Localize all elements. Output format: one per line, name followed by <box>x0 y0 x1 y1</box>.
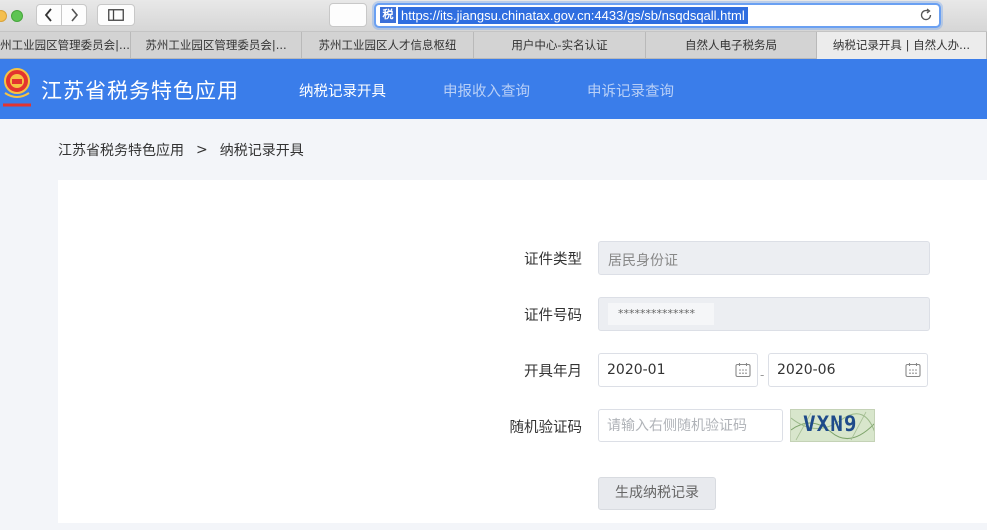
breadcrumb-current: 纳税记录开具 <box>219 143 304 159</box>
breadcrumb: 江苏省税务特色应用 > 纳税记录开具 <box>58 140 304 160</box>
id-number-label: 证件号码 <box>524 308 582 324</box>
period-label: 开具年月 <box>524 364 582 380</box>
url-text[interactable]: https://its.jiangsu.chinatax.gov.cn:4433… <box>398 7 748 24</box>
sidebar-icon <box>108 9 124 21</box>
zoom-window-button[interactable] <box>11 10 23 22</box>
forward-button[interactable] <box>61 4 87 26</box>
captcha-image[interactable]: VXN9 <box>790 409 875 442</box>
chevron-left-icon <box>44 8 52 22</box>
period-start-input[interactable]: 2020-01 <box>598 353 758 387</box>
generate-tax-record-button[interactable]: 生成纳税记录 <box>598 477 716 510</box>
nav-appeal-query[interactable]: 申诉记录查询 <box>587 80 674 101</box>
browser-tab-active[interactable]: 纳税记录开具 | 自然人办... <box>817 32 987 59</box>
tax-emblem-icon <box>3 68 31 107</box>
period-end-value: 2020-06 <box>777 362 836 378</box>
browser-tab[interactable]: 苏州工业园区管理委员会|... <box>131 32 302 59</box>
breadcrumb-separator: > <box>196 142 208 158</box>
browser-tab[interactable]: 用户中心-实名认证 <box>474 32 646 59</box>
address-bar[interactable]: 税 https://its.jiangsu.chinatax.gov.cn:44… <box>374 3 941 28</box>
captcha-text: VXN9 <box>803 412 858 436</box>
period-start-value: 2020-01 <box>607 362 666 378</box>
period-end-input[interactable]: 2020-06 <box>768 353 928 387</box>
id-number-value: ************** <box>608 303 714 325</box>
site-header: 江苏省税务特色应用 纳税记录开具 申报收入查询 申诉记录查询 <box>0 59 987 119</box>
captcha-label: 随机验证码 <box>509 420 583 436</box>
breadcrumb-root[interactable]: 江苏省税务特色应用 <box>58 140 184 160</box>
calendar-icon[interactable] <box>735 362 751 378</box>
id-number-field: ************** <box>598 297 930 331</box>
browser-tab-bar: 州工业园区管理委员会|... 苏州工业园区管理委员会|... 苏州工业园区人才信… <box>0 32 987 59</box>
form-card <box>58 180 987 523</box>
captcha-input[interactable] <box>598 409 783 442</box>
back-button[interactable] <box>36 4 62 26</box>
sidebar-toggle-button[interactable] <box>97 4 135 26</box>
site-favicon-icon: 税 <box>380 7 396 23</box>
id-type-field: 居民身份证 <box>598 241 930 275</box>
nav-income-query[interactable]: 申报收入查询 <box>443 80 530 101</box>
calendar-icon[interactable] <box>905 362 921 378</box>
chevron-right-icon <box>71 8 79 22</box>
toolbar-extension-button[interactable] <box>329 3 367 27</box>
reload-icon[interactable] <box>919 8 933 22</box>
browser-tab[interactable]: 苏州工业园区人才信息枢纽 <box>302 32 474 59</box>
period-separator: - <box>760 368 765 382</box>
browser-tab[interactable]: 州工业园区管理委员会|... <box>0 32 131 59</box>
site-title[interactable]: 江苏省税务特色应用 <box>41 75 239 105</box>
id-type-label: 证件类型 <box>524 252 582 268</box>
browser-toolbar: 税 https://its.jiangsu.chinatax.gov.cn:44… <box>0 0 987 32</box>
minimize-window-button[interactable] <box>0 10 7 22</box>
id-type-value: 居民身份证 <box>608 253 678 269</box>
browser-tab[interactable]: 自然人电子税务局 <box>646 32 817 59</box>
nav-tax-record[interactable]: 纳税记录开具 <box>299 80 386 101</box>
